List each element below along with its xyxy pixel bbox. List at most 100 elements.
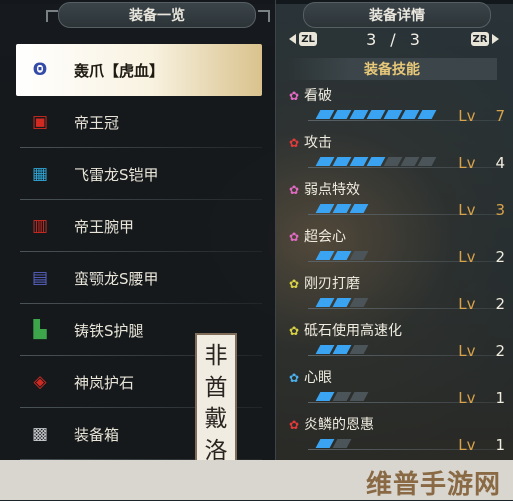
arrow-left-icon (289, 34, 296, 44)
skill-level-segment (315, 392, 335, 401)
page-separator: / (390, 29, 398, 49)
skill-level: Lv 4 (458, 154, 505, 172)
skill-gem-icon: ✿ (288, 277, 300, 291)
seal-stamp: 非 酋 戴 洛 (195, 333, 237, 475)
equip-item-label: 铸铁S护腿 (74, 321, 144, 340)
skill-level-label: Lv (458, 107, 476, 125)
skill-gem-icon: ✿ (288, 418, 300, 432)
skill-level: Lv 2 (458, 342, 505, 360)
skill-row[interactable]: ✿ 心眼 Lv 1 (281, 364, 513, 411)
equipment-box-icon: ▩ (31, 424, 49, 444)
helmet-icon: ▣ (31, 112, 49, 132)
skill-level-label: Lv (458, 295, 476, 313)
waist-armor-icon: ▤ (31, 268, 49, 288)
equip-item-weapon[interactable]: Ꙩ 轰爪【虎血】 (16, 44, 262, 96)
skill-name: 炎鳞的恩惠 (304, 417, 374, 433)
skill-level: Lv 2 (458, 248, 505, 266)
skill-level-segment (366, 110, 386, 119)
arrow-right-icon (491, 34, 499, 44)
equip-item-head[interactable]: ▣ 帝王冠 (16, 96, 262, 148)
skill-level-segment (383, 157, 403, 166)
skill-level-segment (349, 251, 369, 260)
skill-level-label: Lv (458, 154, 476, 172)
skill-level-label: Lv (458, 248, 476, 266)
skill-level-value: 1 (495, 436, 505, 454)
skill-gem-icon: ✿ (288, 324, 300, 338)
skill-level-segment (315, 298, 335, 307)
prev-page-button[interactable]: ZL (289, 32, 317, 46)
skill-level-segment (417, 110, 437, 119)
equip-item-label: 轰爪【虎血】 (74, 61, 165, 80)
skill-level-segment (315, 157, 335, 166)
page-counter: 3 / 3 (366, 30, 422, 49)
skill-level-label: Lv (458, 436, 476, 454)
equip-item-label: 蛮颚龙S腰甲 (74, 269, 159, 288)
claw-icon: Ꙩ (32, 60, 48, 80)
seal-char: 非 (204, 343, 228, 370)
skill-level-value: 2 (495, 295, 505, 313)
page-total: 3 (409, 29, 422, 49)
skill-row[interactable]: ✿ 砥石使用高速化 Lv 2 (281, 317, 513, 364)
skill-level-segment (400, 110, 420, 119)
equip-item-label: 装备箱 (74, 425, 120, 444)
page-navigator: ZL 3 / 3 ZR (289, 28, 499, 50)
skill-row[interactable]: ✿ 攻击 Lv 4 (281, 129, 513, 176)
skill-level-segment (349, 298, 369, 307)
skill-gem-icon: ✿ (288, 89, 300, 103)
equip-item-label: 神岚护石 (74, 373, 135, 392)
skill-gem-icon: ✿ (288, 136, 300, 150)
skill-level-segment (315, 204, 335, 213)
seal-char: 戴 (204, 406, 228, 433)
skill-level-segment (332, 392, 352, 401)
equipment-detail-title: 装备详情 (303, 2, 491, 28)
leg-armor-icon: ▙ (33, 320, 47, 340)
skills-header: 装备技能 (287, 58, 497, 80)
skill-level-label: Lv (458, 342, 476, 360)
header-bracket-left (46, 10, 58, 22)
skill-level-segment (383, 110, 403, 119)
zl-button-icon: ZL (299, 32, 317, 46)
next-page-button[interactable]: ZR (470, 32, 499, 46)
skill-level-label: Lv (458, 201, 476, 219)
skill-row[interactable]: ✿ 超会心 Lv 2 (281, 223, 513, 270)
equipment-list-title: 装备一览 (58, 2, 256, 28)
skill-row[interactable]: ✿ 看破 Lv 7 (281, 82, 513, 129)
skill-level-segment (349, 204, 369, 213)
skill-level: Lv 2 (458, 295, 505, 313)
watermark: 维普手游网 (365, 470, 501, 500)
skill-level: Lv 3 (458, 201, 505, 219)
skill-level-segment (332, 204, 352, 213)
skill-name: 攻击 (304, 135, 332, 151)
skill-row[interactable]: ✿ 炎鳞的恩惠 Lv 1 (281, 411, 513, 458)
page-current: 3 (366, 29, 379, 49)
equipment-detail-panel: 装备详情 ZL 3 / 3 ZR 装备技能 ✿ 看破 Lv 7 ✿ 攻击 Lv 4 ✿ 弱点特效 L… (281, 0, 513, 460)
skill-level-segment (332, 110, 352, 119)
skill-level-segment (349, 157, 369, 166)
skill-name: 弱点特效 (304, 182, 360, 198)
skill-level-segment (315, 439, 335, 448)
skill-level-segment (332, 157, 352, 166)
skill-level-value: 2 (495, 342, 505, 360)
equip-item-label: 帝王腕甲 (74, 217, 135, 236)
skill-level-value: 4 (495, 154, 505, 172)
equip-item-chest[interactable]: ▦ 飞雷龙S铠甲 (16, 148, 262, 200)
skill-level-segment (332, 439, 352, 448)
skill-name: 超会心 (304, 229, 346, 245)
skill-row[interactable]: ✿ 刚刃打磨 Lv 2 (281, 270, 513, 317)
equip-item-arms[interactable]: ▥ 帝王腕甲 (16, 200, 262, 252)
equip-item-label: 帝王冠 (74, 113, 120, 132)
equip-item-waist[interactable]: ▤ 蛮颚龙S腰甲 (16, 252, 262, 304)
skill-name: 砥石使用高速化 (304, 323, 402, 339)
skill-gem-icon: ✿ (288, 371, 300, 385)
skill-level-segment (366, 157, 386, 166)
skill-level-value: 2 (495, 248, 505, 266)
skill-gem-icon: ✿ (288, 183, 300, 197)
seal-char: 酋 (204, 374, 228, 401)
skill-level-segment (400, 157, 420, 166)
charm-icon: ◈ (33, 372, 47, 392)
skill-gem-icon: ✿ (288, 230, 300, 244)
skill-level-value: 1 (495, 389, 505, 407)
skill-name: 刚刃打磨 (304, 276, 360, 292)
skill-row[interactable]: ✿ 弱点特效 Lv 3 (281, 176, 513, 223)
skill-level-value: 3 (495, 201, 505, 219)
